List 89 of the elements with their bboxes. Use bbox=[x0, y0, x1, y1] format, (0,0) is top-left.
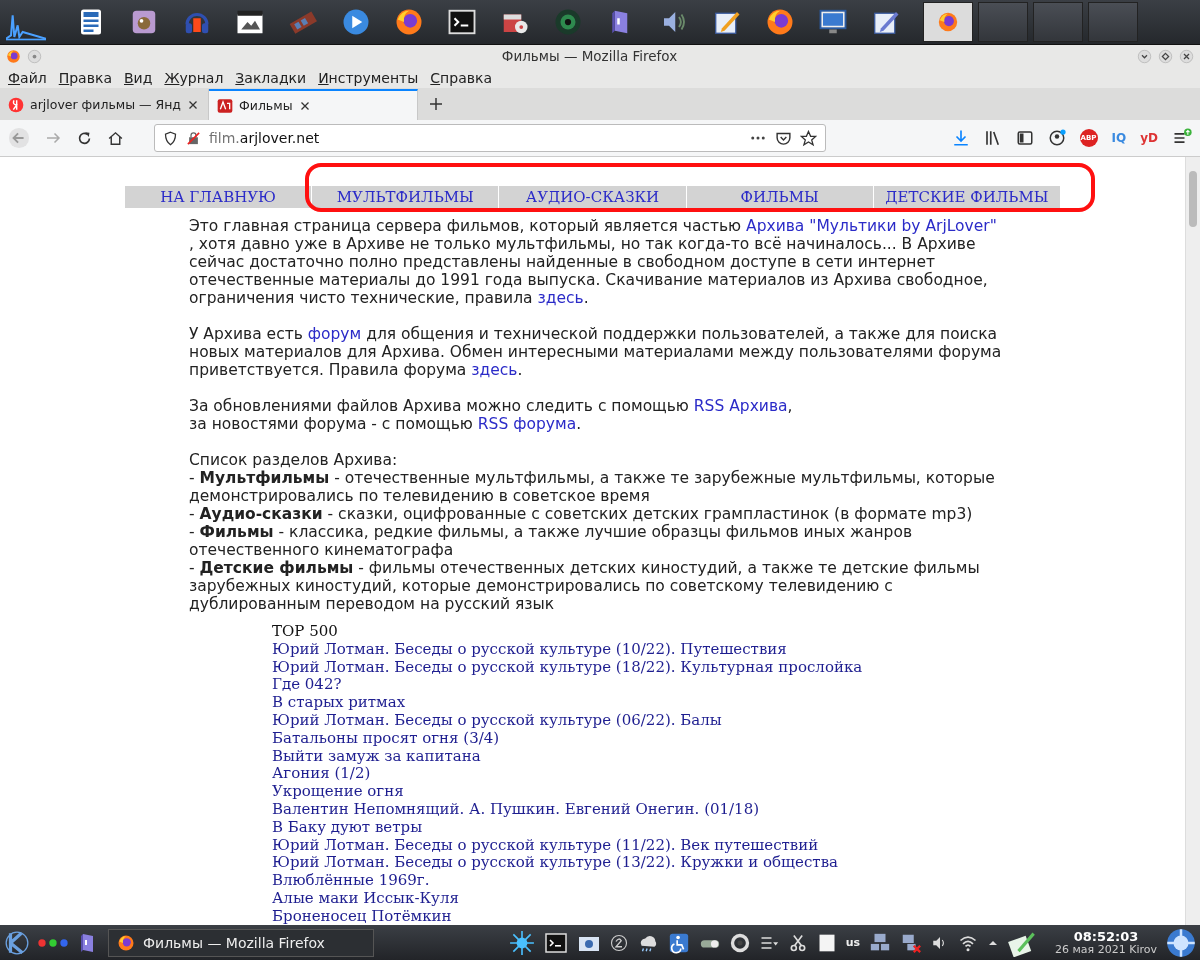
minimize-icon[interactable] bbox=[27, 48, 42, 64]
text-link[interactable]: Архива "Мультики by ArjLover" bbox=[746, 217, 997, 235]
address-bar[interactable]: film.arjlover.net bbox=[154, 124, 826, 152]
film-link[interactable]: Юрий Лотман. Беседы о русской культуре (11/22). Век путешествий bbox=[272, 836, 819, 855]
restore-icon[interactable] bbox=[1158, 48, 1173, 64]
film-link[interactable]: В Баку дуют ветры bbox=[272, 818, 423, 837]
window-thumbnail[interactable] bbox=[923, 2, 973, 42]
sun-icon[interactable] bbox=[508, 929, 535, 956]
film-link[interactable]: Агония (1/2) bbox=[272, 765, 371, 784]
film-link[interactable]: Юрий Лотман. Беседы о русской культуре (10/22). Путешествия bbox=[272, 640, 787, 659]
site-nav-link[interactable]: МУЛЬТФИЛЬМЫ bbox=[311, 186, 499, 208]
text-link[interactable]: здесь bbox=[471, 361, 518, 379]
url-text: film.arjlover.net bbox=[209, 130, 321, 146]
window-thumbnail[interactable] bbox=[1088, 2, 1138, 42]
site-nav-link[interactable]: ДЕТСКИЕ ФИЛЬМЫ bbox=[872, 186, 1060, 208]
text-link[interactable]: здесь bbox=[537, 289, 584, 307]
paragraph: За обновлениями файлов Архива можно следить с помощью RSS Архива, за новостями форума - с помощью RSS форума. bbox=[189, 397, 794, 433]
film-link[interactable]: Выйти замуж за капитана bbox=[272, 747, 481, 766]
window-thumbnail[interactable] bbox=[978, 2, 1028, 42]
text-link[interactable]: RSS Архива bbox=[693, 397, 788, 415]
collapse-icon[interactable] bbox=[1137, 48, 1152, 64]
browser-tab[interactable]: Фильмы bbox=[209, 89, 418, 120]
sidebar-icon[interactable] bbox=[1015, 129, 1034, 147]
search-engine-icon bbox=[8, 96, 24, 113]
film-link[interactable]: Батальоны просят огня (3/4) bbox=[272, 729, 500, 748]
site-icon bbox=[217, 97, 233, 114]
film-link[interactable]: Юрий Лотман. Беседы о русской культуре (13/22). Кружки и общества bbox=[272, 854, 839, 873]
dot-icon bbox=[49, 938, 57, 947]
menu-item[interactable]: Инструменты bbox=[312, 69, 425, 86]
dot-icon bbox=[38, 938, 46, 947]
close-icon[interactable] bbox=[298, 99, 311, 112]
site-nav-link[interactable]: НА ГЛАВНУЮ bbox=[125, 186, 312, 208]
text-link[interactable]: форум bbox=[307, 325, 362, 343]
paragraph: Это главная страница сервера фильмов, который является частью Архива "Мультики by ArjLover" , хотя давно уже в Архиве не только мультфильмы, но так когда-то всё начиналось... В Архиве сейчас достаточно полно представлены найденные в свободном доступе в сети интернет отечественные материалы до 1991 года выпуска. Скачивание материалов из Архива свободное, ограничения чисто технические, правила здесь. bbox=[189, 217, 998, 307]
star-icon[interactable] bbox=[800, 129, 817, 147]
film-link[interactable]: Юрий Лотман. Беседы о русской культуре (06/22). Балы bbox=[272, 712, 722, 730]
list-title: TOP 500 bbox=[272, 623, 338, 641]
film-link[interactable]: Алые маки Иссык-Куля bbox=[272, 889, 459, 908]
home-icon[interactable] bbox=[107, 129, 124, 147]
terminal-icon[interactable] bbox=[543, 930, 568, 955]
keyboard-layout[interactable]: us bbox=[845, 936, 861, 949]
clock-date: 26 мая 2021 Kirov bbox=[1055, 942, 1157, 956]
taskbar-task[interactable]: Фильмы — Mozilla Firefox bbox=[108, 928, 374, 957]
film-link[interactable]: Юрий Лотман. Беседы о русской культуре (18/22). Культурная прослойка bbox=[272, 658, 863, 677]
film-link[interactable]: Укрощение огня bbox=[272, 783, 404, 801]
menu-item[interactable]: Журнал bbox=[158, 69, 230, 86]
film-link[interactable]: Где 042? bbox=[272, 676, 342, 695]
close-icon[interactable] bbox=[187, 98, 199, 111]
account-icon[interactable] bbox=[1047, 129, 1066, 147]
text-link[interactable]: RSS форума bbox=[477, 415, 577, 433]
extension-button[interactable]: yD bbox=[1140, 131, 1158, 145]
disc-icon[interactable] bbox=[553, 7, 583, 37]
play-icon[interactable] bbox=[341, 7, 371, 37]
back-icon[interactable] bbox=[8, 127, 30, 149]
shield-icon bbox=[163, 130, 178, 146]
terminal-icon[interactable] bbox=[447, 7, 477, 37]
menu-item[interactable]: Файл bbox=[2, 69, 53, 86]
dot-icon bbox=[60, 938, 68, 947]
film-link[interactable]: Валентин Непомнящий. А. Пушкин. Евгений Онегин. (01/18) bbox=[272, 800, 760, 819]
paragraph: Список разделов Архива: - Мультфильмы - отечественные мультфильмы, а также те зарубежные мультфильмы, которые демонстрировались по телевидению в советское время - Аудио-сказки - сказки, оцифрованные с советских детских грампластинок (в формате mp3) - Фильмы - классика, редкие фильмы, а также лучшие образцы фильмов иных жанров отечественного кинематографа - Детские фильмы - фильмы отечественных детских киностудий, а также те детские фильмы зарубежных киностудий, которые демонстрировались по советскому телевидению с дублированным переводом на русский язык bbox=[189, 451, 996, 613]
menu-item[interactable]: Закладки bbox=[229, 69, 313, 86]
desktop-pager[interactable] bbox=[38, 938, 68, 947]
film-link[interactable]: В старых ритмах bbox=[272, 694, 406, 712]
reload-icon[interactable] bbox=[76, 129, 93, 147]
insecure-lock-icon bbox=[186, 130, 201, 146]
download-icon[interactable] bbox=[951, 129, 970, 147]
menu-item[interactable]: Справка bbox=[424, 69, 498, 86]
paragraph: У Архива есть форум для общения и технической поддержки пользователей, а также для поиска новых материалов для Архива. Обмен интересными материалами между пользователями форума приветствуется. Правила форума здесь. bbox=[189, 325, 1003, 379]
library-icon[interactable] bbox=[983, 129, 1002, 147]
window-thumbnail[interactable] bbox=[1033, 2, 1083, 42]
browser-icon[interactable] bbox=[394, 7, 424, 37]
menu-item[interactable]: Правка bbox=[52, 69, 118, 86]
clock-time: 08:52:03 bbox=[1073, 929, 1139, 943]
kde-logo-icon[interactable] bbox=[1166, 927, 1196, 958]
film-link[interactable]: Влюблённые 1969г. bbox=[272, 872, 430, 890]
browser-icon[interactable] bbox=[765, 7, 795, 37]
scrollbar[interactable] bbox=[1185, 157, 1200, 925]
film-link[interactable]: Броненосец Потёмкин bbox=[272, 907, 452, 925]
accessibility-icon[interactable] bbox=[667, 931, 690, 954]
new-tab-icon[interactable] bbox=[428, 96, 444, 112]
menu-item[interactable]: Вид bbox=[118, 69, 159, 86]
window-title: Фильмы — Mozilla Firefox bbox=[500, 48, 679, 64]
site-nav-link[interactable]: ФИЛЬМЫ bbox=[685, 186, 873, 208]
close-icon[interactable] bbox=[1179, 48, 1194, 64]
app-launcher-icon[interactable] bbox=[4, 929, 30, 956]
browser-icon bbox=[937, 11, 959, 33]
site-nav-link[interactable]: АУДИО-СКАЗКИ bbox=[498, 186, 686, 208]
browser-icon bbox=[117, 933, 135, 952]
browser-icon bbox=[6, 48, 21, 64]
